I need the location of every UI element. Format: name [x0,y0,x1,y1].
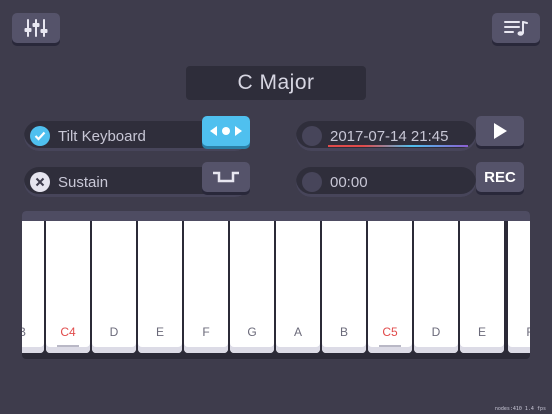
tilt-mode-button[interactable] [202,116,250,146]
piano-key[interactable]: G [230,221,274,353]
playlist-icon [504,21,528,36]
piano-key[interactable]: E [460,221,504,353]
record-radio-icon[interactable] [302,172,322,192]
recording-selector[interactable]: 2017-07-14 21:45 [296,121,476,151]
sliders-icon [24,19,48,37]
scale-title[interactable]: C Major [186,66,366,100]
fps-counter: nodes:410 1.4 fps [494,406,546,412]
record-slot[interactable]: 00:00 [296,167,476,197]
piano-key[interactable]: D [92,221,136,353]
sustain-pedal-button[interactable] [202,162,250,192]
piano-keyboard: B C4 D E F G A B C5 D E F [22,211,530,359]
recording-progress-bar [328,145,468,147]
piano-key[interactable]: A [276,221,320,353]
tilt-arrows-icon [210,126,242,136]
mixer-settings-button[interactable] [12,13,60,43]
recording-date-label: 2017-07-14 21:45 [330,127,449,145]
sustain-pedal-icon [213,171,239,183]
playlist-button[interactable] [492,13,540,43]
sustain-label: Sustain [58,173,109,191]
record-time-label: 00:00 [330,173,368,191]
piano-key[interactable]: B [22,221,44,353]
piano-key[interactable]: F [508,221,530,353]
play-button[interactable] [476,116,524,146]
checkbox-checked-icon[interactable] [30,126,50,146]
piano-key[interactable]: D [414,221,458,353]
rec-button[interactable]: REC [476,162,524,192]
keyboard-top-rail [22,211,530,221]
piano-key[interactable]: B [322,221,366,353]
piano-key[interactable]: C4 [46,221,90,353]
piano-key[interactable]: C5 [368,221,412,353]
recording-radio-icon[interactable] [302,126,322,146]
piano-key[interactable]: F [184,221,228,353]
piano-key[interactable]: E [138,221,182,353]
play-icon [494,123,507,139]
checkbox-unchecked-icon[interactable] [30,172,50,192]
tilt-keyboard-label: Tilt Keyboard [58,127,146,145]
